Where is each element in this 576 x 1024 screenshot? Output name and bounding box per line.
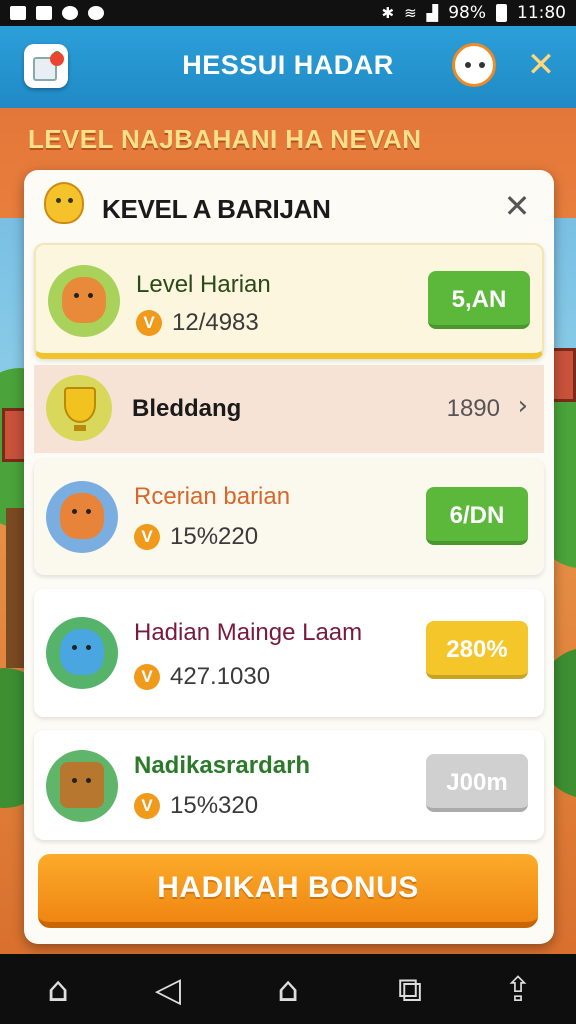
bluetooth-icon: ✱ (381, 4, 395, 22)
points-value: 12/4983 (172, 309, 259, 336)
trophy-icon (46, 375, 112, 441)
claim-button[interactable]: 280% (426, 621, 528, 679)
chevron-right-icon[interactable]: › (518, 391, 528, 421)
check-badge-icon: V (134, 793, 160, 819)
row-points: V 15%220 (134, 523, 258, 551)
heart-icon (62, 6, 78, 20)
menu-icon[interactable]: ⇪ (494, 970, 542, 1010)
image-icon (36, 6, 52, 20)
row-title: Bleddang (132, 395, 242, 422)
status-bar: ✱ ≋ ▟ 98% 11:80 (0, 0, 576, 26)
notification-a-icon (10, 6, 26, 20)
wifi-icon: ≋ (404, 4, 417, 22)
close-icon[interactable]: ✕ (524, 48, 558, 82)
reward-row-nadikasrardarh[interactable]: Nadikasrardarh V 15%320 J00m (34, 730, 544, 840)
navigation-bar: ⌂ ◁ ⌂ ⧉ ⇪ (0, 954, 576, 1024)
fox-kid-avatar-icon (46, 481, 118, 553)
row-points: V 15%320 (134, 792, 258, 820)
reward-row-rcerian-barian[interactable]: Rcerian barian V 15%220 6/DN (34, 459, 544, 575)
claim-button[interactable]: 6/DN (426, 487, 528, 545)
row-title: Level Harian (136, 271, 271, 298)
claim-button-disabled[interactable]: J00m (426, 754, 528, 812)
battery-icon (496, 4, 507, 22)
row-points: V 12/4983 (136, 309, 259, 337)
back-icon[interactable]: ◁ (144, 970, 192, 1010)
check-badge-icon: V (136, 310, 162, 336)
rewards-modal: KEVEL A BARIJAN ✕ Level Harian V 12/4983… (24, 170, 554, 944)
mascot-icon[interactable] (452, 43, 496, 87)
reward-row-hadian-mainge-laam[interactable]: Hadian Mainge Laam V 427.1030 280% (34, 589, 544, 717)
trunk-decoration (6, 508, 24, 668)
signal-icon: ▟ (426, 4, 439, 22)
blue-cat-avatar-icon (46, 617, 118, 689)
check-badge-icon: V (134, 524, 160, 550)
level-banner: LEVEL NAJBAHANI HA NEVAN (28, 124, 422, 154)
points-value: 15%320 (170, 792, 259, 819)
chick-icon (44, 182, 84, 224)
battery-percent: 98% (448, 3, 486, 23)
row-title: Nadikasrardarh (134, 752, 311, 779)
notification-icons (10, 6, 104, 20)
app-bar: HESSUI HADAR ✕ (0, 26, 576, 108)
home-outline-icon[interactable]: ⌂ (264, 970, 312, 1010)
fox-avatar-icon (48, 265, 120, 337)
points-value: 15%220 (170, 523, 259, 550)
claim-button[interactable]: 5,AN (428, 271, 530, 329)
modal-title: KEVEL A BARIJAN (102, 194, 331, 224)
bonus-button[interactable]: HADIKAH BONUS (38, 854, 538, 928)
system-icons: ✱ ≋ ▟ 98% 11:80 (382, 3, 567, 23)
row-title: Hadian Mainge Laam (134, 619, 363, 646)
basket-icon (46, 750, 118, 822)
reward-row-bleddang[interactable]: Bleddang 1890 › (34, 365, 544, 453)
row-value: 1890 (446, 395, 500, 422)
row-points: V 427.1030 (134, 663, 270, 691)
row-title: Rcerian barian (134, 483, 291, 510)
points-value: 427.1030 (170, 663, 271, 690)
reward-row-level-harian[interactable]: Level Harian V 12/4983 5,AN (34, 243, 544, 359)
recents-icon[interactable]: ⧉ (386, 970, 434, 1010)
check-badge-icon: V (134, 664, 160, 690)
modal-close-icon[interactable]: ✕ (499, 188, 535, 224)
home-icon[interactable]: ⌂ (34, 970, 82, 1010)
clock: 11:80 (517, 3, 566, 23)
record-icon (88, 6, 104, 20)
